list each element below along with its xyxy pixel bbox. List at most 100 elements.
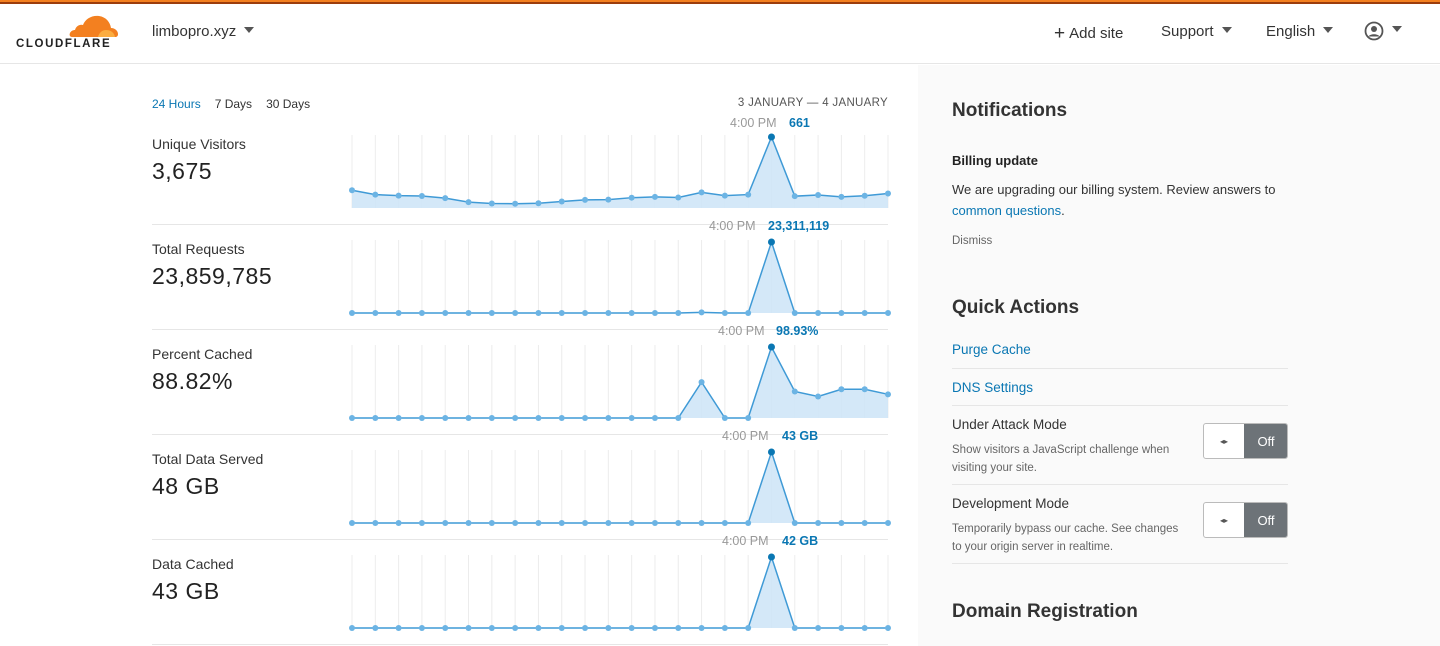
- metric-total-requests: Total Requests 23,859,785 4:00 PM 23,311…: [152, 219, 891, 330]
- metric-value: 3,675: [152, 158, 213, 184]
- total-requests-chart[interactable]: [349, 225, 891, 325]
- metric-percent-cached: Percent Cached 88.82% 4:00 PM 98.93%: [152, 324, 891, 435]
- data-point: [815, 625, 822, 631]
- data-point: [698, 309, 705, 316]
- unique-visitors-chart[interactable]: [349, 120, 891, 220]
- series-area: [352, 452, 888, 523]
- data-point: [488, 625, 495, 631]
- data-point: [698, 520, 705, 526]
- quick-actions-heading: Quick Actions: [952, 297, 1080, 318]
- data-point: [558, 415, 565, 421]
- data-point: [605, 415, 612, 421]
- analytics-panel: 24 Hours 7 Days 30 Days 3 JANUARY — 4 JANU…: [0, 65, 918, 646]
- tab-7-days[interactable]: 7 Days: [215, 97, 252, 111]
- plus-icon: +: [1054, 23, 1066, 44]
- data-point: [395, 625, 402, 631]
- data-point: [395, 310, 402, 316]
- language-menu[interactable]: English: [1266, 23, 1334, 40]
- site-selector[interactable]: limbopro.xyz: [152, 23, 255, 40]
- data-point: [605, 310, 612, 316]
- data-point: [721, 415, 728, 421]
- data-point: [558, 310, 565, 316]
- chevron-down-icon: [1221, 27, 1232, 33]
- metric-value: 43 GB: [152, 578, 220, 604]
- metric-label: Unique Visitors: [152, 136, 246, 152]
- billing-update-title: Billing update: [952, 153, 1038, 168]
- data-point: [675, 310, 682, 316]
- data-point: [791, 310, 798, 316]
- data-point: [675, 415, 682, 421]
- account-menu[interactable]: [1364, 21, 1402, 41]
- metric-label: Percent Cached: [152, 346, 253, 362]
- purge-cache-row: Purge Cache: [952, 341, 1288, 369]
- data-point: [442, 195, 449, 202]
- total-data-served-chart[interactable]: [349, 435, 891, 535]
- series-line: [352, 449, 888, 524]
- under-attack-mode-toggle[interactable]: ◂▸ Off: [1203, 423, 1288, 459]
- common-questions-link[interactable]: common questions: [952, 203, 1061, 218]
- data-point: [651, 415, 658, 421]
- data-point: [815, 192, 822, 199]
- data-point: [628, 310, 635, 316]
- data-point: [372, 625, 379, 631]
- data-point: [488, 415, 495, 421]
- data-point: [838, 625, 845, 631]
- billing-update-text: We are upgrading our billing system. Rev…: [952, 182, 1276, 218]
- data-point: [512, 310, 519, 316]
- data-point: [512, 520, 519, 526]
- data-point: [698, 379, 705, 386]
- data-point: [535, 415, 542, 421]
- data-point: [838, 520, 845, 526]
- percent-cached-chart[interactable]: [349, 330, 891, 430]
- metric-label: Total Data Served: [152, 451, 264, 467]
- peak-time-label: 4:00 PM: [722, 534, 769, 548]
- data-point: [721, 625, 728, 631]
- development-mode-row: Development Mode Temporarily bypass our …: [952, 496, 1288, 564]
- data-point: [815, 520, 822, 526]
- domain-registration-heading: Domain Registration: [952, 601, 1138, 622]
- series-line: [352, 239, 888, 314]
- data-point: [372, 520, 379, 526]
- data-point: [558, 198, 565, 205]
- data-point: [582, 625, 589, 631]
- data-point: [698, 625, 705, 631]
- data-cached-chart[interactable]: [349, 540, 891, 640]
- dns-settings-row: DNS Settings: [952, 379, 1288, 406]
- dismiss-button[interactable]: Dismiss: [952, 235, 992, 247]
- data-point: [885, 190, 891, 197]
- data-point: [721, 192, 728, 199]
- data-point: [465, 520, 472, 526]
- data-point: [372, 415, 379, 421]
- data-point: [628, 194, 635, 201]
- peak-value-label: 23,311,119: [768, 219, 830, 233]
- series-line: [351, 134, 889, 205]
- brand-wordmark: CLOUDFLARE: [16, 38, 112, 50]
- dns-settings-link[interactable]: DNS Settings: [952, 380, 1033, 395]
- data-point: [885, 391, 891, 398]
- data-point: [815, 310, 822, 316]
- date-range: 3 JANUARY — 4 JANUARY: [737, 97, 888, 109]
- tab-30-days[interactable]: 30 Days: [266, 97, 310, 111]
- peak-time-label: 4:00 PM: [722, 429, 769, 443]
- data-point: [442, 520, 449, 526]
- peak-point: [767, 238, 775, 246]
- metric-value: 48 GB: [152, 473, 220, 499]
- data-point: [745, 625, 752, 631]
- under-attack-mode-row: Under Attack Mode Show visitors a JavaSc…: [952, 417, 1288, 485]
- metric-unique-visitors: Unique Visitors 3,675 4:00 PM 661: [152, 116, 891, 225]
- series-line: [352, 554, 888, 629]
- data-point: [861, 192, 868, 199]
- tab-24-hours[interactable]: 24 Hours: [152, 97, 201, 111]
- data-point: [535, 625, 542, 631]
- data-point: [815, 393, 822, 400]
- purge-cache-link[interactable]: Purge Cache: [952, 342, 1031, 357]
- data-point: [395, 192, 402, 199]
- under-attack-mode-description: Show visitors a JavaScript challenge whe…: [952, 444, 1170, 474]
- data-point: [838, 386, 845, 393]
- data-point: [861, 520, 868, 526]
- development-mode-toggle[interactable]: ◂▸ Off: [1203, 502, 1288, 538]
- support-menu[interactable]: Support: [1161, 23, 1232, 40]
- peak-point: [767, 343, 775, 351]
- add-site-button[interactable]: + Add site: [1054, 23, 1123, 45]
- cloudflare-logo[interactable]: CLOUDFLARE: [16, 14, 122, 56]
